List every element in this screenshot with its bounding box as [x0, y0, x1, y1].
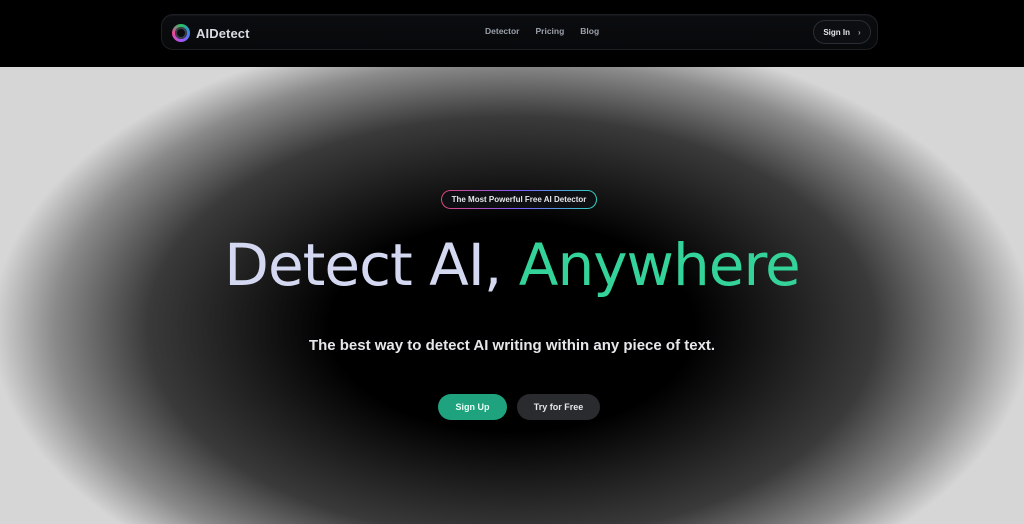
headline-part1: Detect AI, — [224, 231, 502, 299]
nav-link-pricing[interactable]: Pricing — [535, 26, 564, 36]
navbar: AIDetect Detector Pricing Blog Sign In › — [161, 14, 878, 50]
headline-part2: Anywhere — [518, 231, 801, 299]
hero-badge: The Most Powerful Free AI Detector — [441, 190, 597, 209]
brand-name: AIDetect — [196, 25, 250, 41]
top-bar: AIDetect Detector Pricing Blog Sign In › — [0, 0, 1024, 67]
try-for-free-button[interactable]: Try for Free — [517, 394, 600, 420]
hero-subtitle: The best way to detect AI writing within… — [308, 337, 716, 354]
hero-section: The Most Powerful Free AI Detector Detec… — [0, 67, 1024, 524]
nav-link-blog[interactable]: Blog — [580, 26, 599, 36]
nav-links: Detector Pricing Blog — [485, 26, 599, 36]
nav-link-detector[interactable]: Detector — [485, 26, 519, 36]
sign-in-button[interactable]: Sign In › — [813, 20, 871, 44]
sign-up-button[interactable]: Sign Up — [438, 394, 507, 420]
brand[interactable]: AIDetect — [172, 23, 250, 43]
sign-in-label: Sign In — [823, 27, 850, 37]
hero-headline: Detect AI, Anywhere — [0, 227, 1024, 303]
logo-icon — [172, 24, 190, 42]
chevron-right-icon: › — [858, 27, 861, 37]
